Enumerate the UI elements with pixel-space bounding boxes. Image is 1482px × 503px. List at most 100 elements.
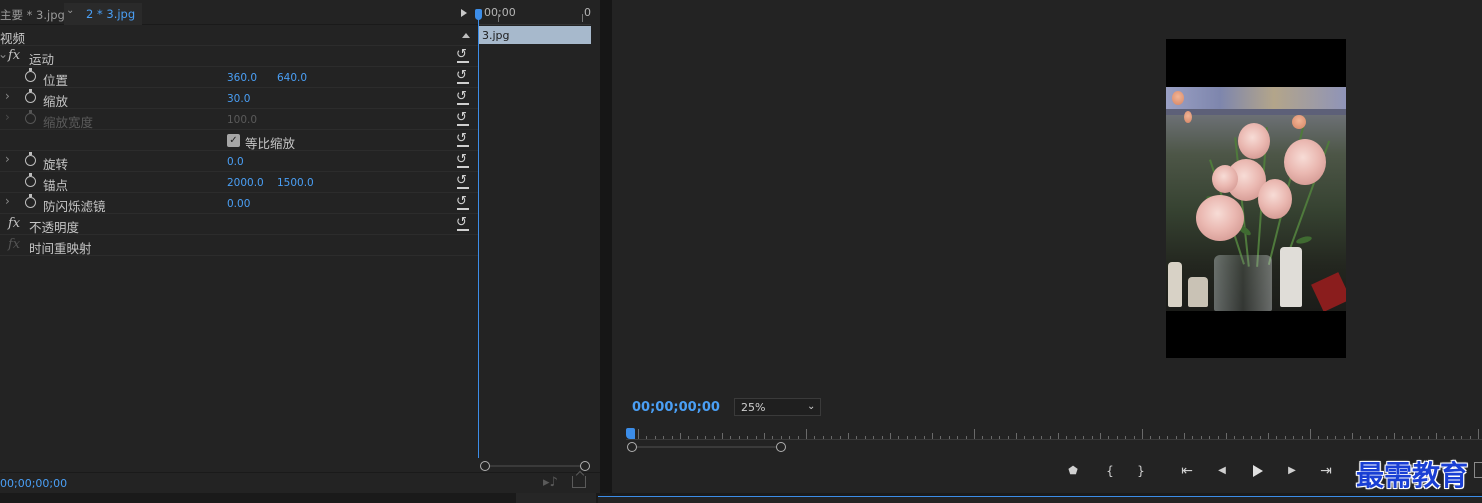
effect-motion-row[interactable]: ⌄ fx 运动 ↺ (0, 46, 478, 67)
program-timecode[interactable]: 00;00;00;00 (632, 400, 720, 415)
effect-time-remap-row[interactable]: fx 时间重映射 (0, 235, 478, 256)
go-to-in-button[interactable]: ⇤ (1178, 462, 1196, 480)
stopwatch-icon[interactable] (25, 68, 36, 82)
reset-icon[interactable]: ↺ (456, 194, 470, 210)
uniform-scale-label: 等比缩放 (245, 136, 296, 151)
position-y-value[interactable]: 640.0 (277, 72, 307, 84)
property-uniform-scale-row: ✓ 等比缩放 ↺ (0, 130, 478, 151)
chevron-down-icon[interactable]: ⌄ (66, 5, 80, 21)
time-ruler[interactable]: 00;00 0 (478, 0, 591, 25)
program-zoom-bar[interactable] (632, 446, 782, 448)
ruler-tick (1158, 436, 1160, 439)
anchor-x-value[interactable]: 2000.0 (227, 177, 264, 189)
effect-controls-timeline[interactable]: 00;00 0 3.jpg (475, 0, 600, 493)
program-zoom-bar-left-handle[interactable] (627, 442, 637, 452)
playhead-handle[interactable] (475, 9, 482, 20)
twirl-down-icon[interactable]: ⌄ (0, 47, 8, 61)
uniform-scale-checkbox[interactable]: ✓ (227, 134, 240, 147)
step-back-button[interactable]: ◀ (1213, 462, 1231, 480)
reset-icon[interactable]: ↺ (456, 152, 470, 168)
bottom-panel-tab[interactable] (516, 493, 596, 503)
ruler-tick (1242, 436, 1244, 439)
ruler-tick (1007, 436, 1009, 439)
rotation-value[interactable]: 0.0 (227, 156, 244, 168)
fx-toggle-icon: fx (8, 237, 21, 252)
ruler-tick (1125, 436, 1127, 439)
reset-icon[interactable]: ↺ (456, 131, 470, 147)
ruler-tick (1226, 433, 1227, 439)
ruler-tick (797, 436, 799, 439)
ruler-tick (1268, 433, 1269, 439)
play-button[interactable] (1248, 462, 1266, 480)
anti-flicker-value[interactable]: 0.00 (227, 198, 250, 210)
stopwatch-icon[interactable] (25, 173, 36, 187)
add-marker-button[interactable]: ⬟ (1064, 462, 1082, 480)
tab-master-clip[interactable]: 主要 * 3.jpg (0, 7, 65, 23)
reset-icon[interactable]: ↺ (456, 215, 470, 231)
panel-divider[interactable] (600, 0, 612, 503)
ruler-tick (915, 436, 917, 439)
scale-value[interactable]: 30.0 (227, 93, 250, 105)
stopwatch-icon[interactable] (25, 89, 36, 103)
mark-out-button[interactable]: } (1132, 462, 1150, 480)
effect-opacity-row[interactable]: fx 不透明度 ↺ (0, 214, 478, 235)
go-to-out-button[interactable]: ⇥ (1317, 462, 1335, 480)
zoom-level-select[interactable]: 25% ⌄ (734, 398, 821, 416)
zoom-scrollbar[interactable] (484, 465, 585, 467)
collapse-up-icon[interactable] (462, 33, 470, 38)
stopwatch-icon[interactable] (25, 152, 36, 166)
tab-sequence-clip[interactable]: ⌄ 2 * 3.jpg (64, 3, 142, 25)
reset-icon[interactable]: ↺ (456, 110, 470, 126)
reset-icon[interactable]: ↺ (456, 47, 470, 63)
reset-icon[interactable]: ↺ (456, 68, 470, 84)
program-zoom-bar-right-handle[interactable] (776, 442, 786, 452)
ruler-tick (1058, 433, 1059, 439)
ruler-tick (1234, 436, 1236, 439)
twirl-right-icon[interactable]: › (5, 194, 10, 208)
twirl-right-icon[interactable]: › (5, 89, 10, 103)
ruler-tick (990, 436, 992, 439)
program-playhead-handle[interactable] (626, 428, 635, 439)
photo-rose (1284, 139, 1326, 185)
zoom-scrollbar-left-handle[interactable] (480, 461, 490, 471)
fx-toggle-icon[interactable]: fx (8, 48, 20, 63)
mark-in-button[interactable]: { (1101, 462, 1119, 480)
video-section-header[interactable]: 视频 (0, 25, 478, 46)
ruler-tick (1444, 436, 1446, 439)
timeline-panel-edge[interactable] (598, 496, 1482, 503)
video-frame[interactable] (1166, 39, 1346, 358)
anchor-y-value[interactable]: 1500.0 (277, 177, 314, 189)
ruler-tick (582, 14, 583, 22)
ruler-tick (890, 433, 891, 439)
fx-toggle-icon[interactable]: fx (8, 216, 20, 231)
panel-corner-bracket (1474, 462, 1482, 478)
photo-bud (1292, 115, 1306, 129)
stopwatch-icon (25, 110, 36, 124)
stopwatch-icon[interactable] (25, 194, 36, 208)
position-x-value[interactable]: 360.0 (227, 72, 257, 84)
ruler-tick (1259, 436, 1261, 439)
program-time-ruler[interactable] (626, 424, 1482, 440)
ruler-tick (1167, 436, 1169, 439)
reset-icon[interactable]: ↺ (456, 89, 470, 105)
anti-flicker-label: 防闪烁滤镜 (43, 199, 106, 214)
footer-timecode[interactable]: 00;00;00;00 (0, 477, 67, 490)
photo-vase (1214, 255, 1272, 311)
step-forward-button[interactable]: ▶ (1283, 462, 1301, 480)
ruler-tick (738, 436, 740, 439)
reset-icon[interactable]: ↺ (456, 173, 470, 189)
ruler-tick (1394, 433, 1395, 439)
twirl-right-icon[interactable]: › (5, 152, 10, 166)
ruler-tick (1284, 436, 1286, 439)
zoom-scrollbar-right-handle[interactable] (580, 461, 590, 471)
ruler-tick (1100, 433, 1101, 439)
ruler-tick (1041, 436, 1043, 439)
ruler-tick (1368, 436, 1370, 439)
clip-bar[interactable]: 3.jpg (479, 26, 591, 44)
ruler-tick (940, 436, 942, 439)
ruler-tick (814, 436, 816, 439)
show-timeline-toggle-icon[interactable] (461, 9, 467, 17)
playhead-line[interactable] (478, 13, 479, 458)
ruler-tick (1049, 436, 1051, 439)
property-anchor-row: 锚点 2000.0 1500.0 ↺ (0, 172, 478, 193)
